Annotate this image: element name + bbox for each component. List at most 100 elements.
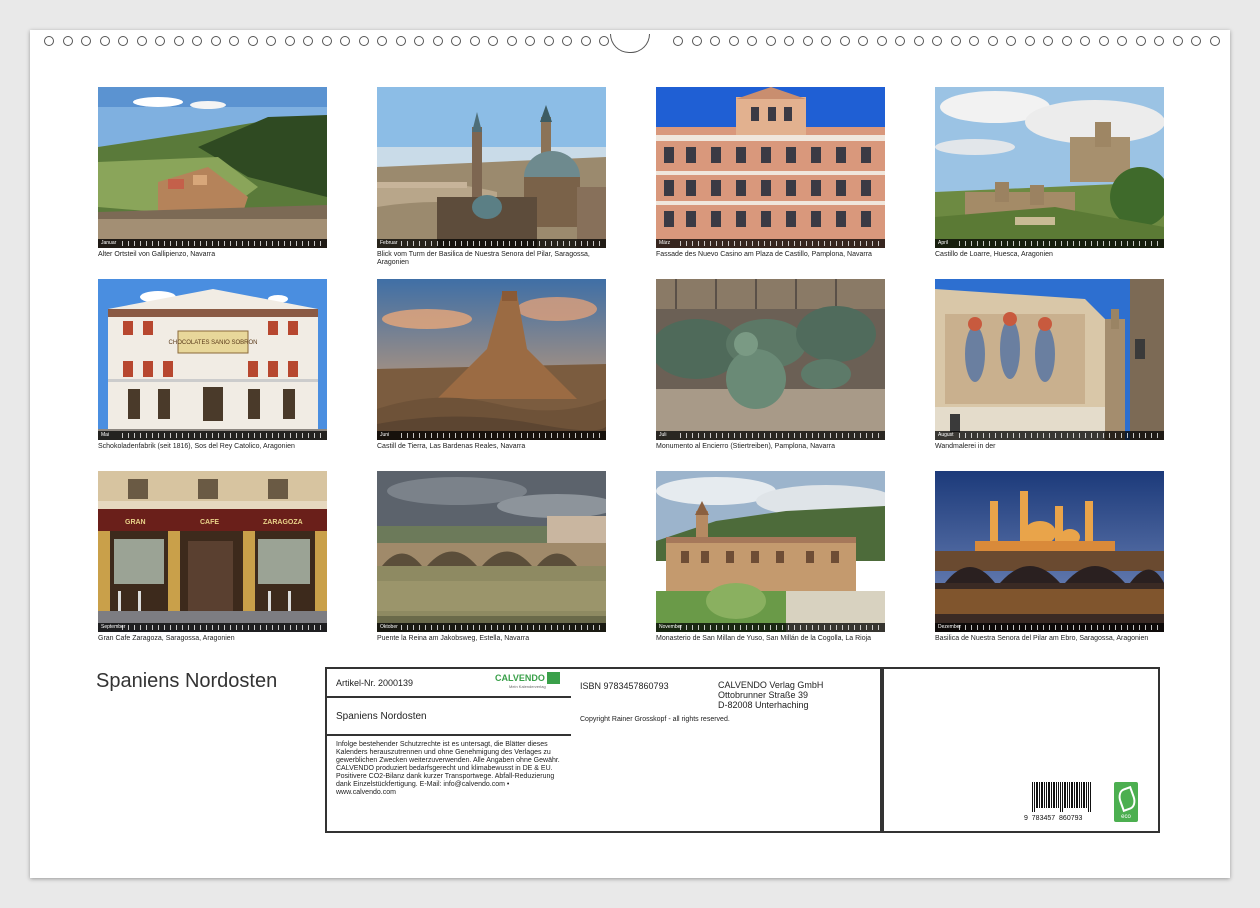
month-tile-5: CHOCOLATES SANIO SOBRON Mai Schokoladenf… <box>98 279 327 451</box>
leaf-icon <box>1115 785 1139 813</box>
month-label: Juni <box>380 432 390 438</box>
binding-ring <box>691 36 702 46</box>
publisher-street: Ottobrunner Straße 39 <box>718 690 809 700</box>
month-label: Januar <box>101 240 117 246</box>
binding-ring <box>895 36 905 46</box>
calendar-strip: Januar <box>98 239 327 248</box>
binding-ring <box>173 36 184 46</box>
isbn: ISBN 9783457860793 <box>580 681 669 691</box>
binding-ring <box>1209 36 1220 46</box>
cafe-sign-zaragoza: ZARAGOZA <box>263 519 303 526</box>
binding-ring <box>562 36 572 46</box>
binding-ring <box>340 36 350 46</box>
photo-wandmalerei: August <box>935 279 1164 440</box>
binding-ring <box>765 36 776 46</box>
month-label: Dezember <box>938 624 962 630</box>
month-label: August <box>938 432 954 438</box>
publisher-name: CALVENDO Verlag GmbH <box>718 680 824 690</box>
binding-ring <box>451 36 461 46</box>
eco-badge: eco <box>1114 782 1139 822</box>
calendar-strip: Juni <box>377 431 606 440</box>
legal-text: Infolge bestehender Schutzrechte ist es … <box>336 741 560 796</box>
binding-ring <box>969 36 979 46</box>
caption: Blick vom Turm der Basilica de Nuestra S… <box>377 251 590 266</box>
caption: Gran Cafe Zaragoza, Saragossa, Aragonien <box>98 635 235 642</box>
month-label: Juli <box>659 432 667 438</box>
publisher-address: CALVENDO Verlag GmbH Ottobrunner Straße … <box>718 680 823 710</box>
binding-ring <box>99 36 110 46</box>
month-tile-9: GRAN CAFE ZARAGOZA September Gran Cafe Z… <box>98 471 327 643</box>
caption: Basilica de Nuestra Senora del Pilar am … <box>935 635 1149 642</box>
binding-ring <box>210 36 221 46</box>
info-box-left: Artikel-Nr. 2000139 CALVENDO Mein Kalend… <box>325 667 573 833</box>
calendar-hanger <box>610 34 650 53</box>
month-tile-6: Juni Castill de Tierra, Las Bardenas Rea… <box>377 279 606 451</box>
binding-ring <box>395 36 406 46</box>
calendar-strip: Dezember <box>935 623 1164 632</box>
binding-ring <box>876 36 887 46</box>
binding-ring <box>710 36 720 46</box>
calendar-title: Spaniens Nordosten <box>96 670 278 692</box>
binding-ring <box>747 36 757 46</box>
caption: Alter Ortsteil von Gallipienzo, Navarra <box>98 251 216 258</box>
binding-ring <box>155 36 165 46</box>
binding-ring <box>932 36 942 46</box>
calvendo-logo: CALVENDO <box>495 673 545 683</box>
publisher-city: D-82008 Unterhaching <box>718 700 809 710</box>
month-tile-2: Februar Blick vom Turm der Basilica de N… <box>377 87 606 266</box>
binding-ring <box>432 36 443 46</box>
photo-castillo-loarre: April <box>935 87 1164 248</box>
binding-ring <box>506 36 517 46</box>
info-box-middle: ISBN 9783457860793 CALVENDO Verlag GmbH … <box>571 667 882 833</box>
photo-puente-la-reina: Oktober <box>377 471 606 632</box>
binding-ring <box>118 36 128 46</box>
caption: Monumento al Encierro (Stiertreiben), Pa… <box>656 443 835 450</box>
binding-ring <box>1006 36 1016 46</box>
month-tile-1: Januar Alter Ortsteil von Gallipienzo, N… <box>98 87 327 259</box>
caption: Puente la Reina am Jakobsweg, Estella, N… <box>377 635 530 642</box>
cafe-sign-cafe: CAFE <box>200 519 219 526</box>
eco-label: eco <box>1121 814 1131 820</box>
caption: Monasterio de San Millan de Yuso, San Mi… <box>656 635 872 642</box>
binding-ring <box>821 36 831 46</box>
binding-ring <box>1061 36 1072 46</box>
binding-ring <box>247 36 258 46</box>
binding-ring <box>1117 36 1127 46</box>
month-tile-12: Dezember Basilica de Nuestra Senora del … <box>935 471 1164 643</box>
binding-ring <box>987 36 998 46</box>
info-box-right: 9 783457 860793 eco <box>882 667 1160 833</box>
caption: Fassade des Nuevo Casino am Plaza de Cas… <box>656 251 872 258</box>
photo-san-millan: November <box>656 471 885 632</box>
binding-ring <box>136 36 147 46</box>
binding-ring <box>358 36 369 46</box>
binding-ring <box>1024 36 1035 46</box>
calendar-strip: Juli <box>656 431 885 440</box>
month-label: Mai <box>101 432 110 438</box>
binding-ring <box>1172 36 1183 46</box>
month-label: Oktober <box>380 624 398 630</box>
photo-monumento-encierro: Juli <box>656 279 885 440</box>
cafe-sign-gran: GRAN <box>125 519 146 526</box>
artikel-row: Artikel-Nr. 2000139 CALVENDO Mein Kalend… <box>327 669 571 698</box>
chocolate-sign: CHOCOLATES SANIO SOBRON <box>169 340 258 346</box>
binding-ring <box>673 36 683 46</box>
calendar-strip: Oktober <box>377 623 606 632</box>
calendar-strip: April <box>935 239 1164 248</box>
caption: Castillo de Loarre, Huesca, Aragonien <box>935 251 1053 258</box>
artikel-number: Artikel-Nr. 2000139 <box>336 678 414 688</box>
binding-ring <box>44 36 54 46</box>
binding-ring <box>321 36 332 46</box>
binding-ring <box>266 36 276 46</box>
binding-ring <box>62 36 73 46</box>
product-title: Spaniens Nordosten <box>336 711 427 722</box>
copyright: Copyright Rainer Grosskopf - all rights … <box>580 716 730 723</box>
photo-pilar-view: Februar <box>377 87 606 248</box>
binding-ring <box>802 36 813 46</box>
binding-ring <box>81 36 91 46</box>
month-label: November <box>659 624 683 630</box>
month-tile-7: Juli Monumento al Encierro (Stiertreiben… <box>656 279 885 451</box>
binding-ring <box>858 36 868 46</box>
title-row: Spaniens Nordosten <box>327 698 571 736</box>
month-tile-8: August Wandmalerei in der <box>935 279 1164 451</box>
month-tile-3: März Fassade des Nuevo Casino am Plaza d… <box>656 87 885 259</box>
